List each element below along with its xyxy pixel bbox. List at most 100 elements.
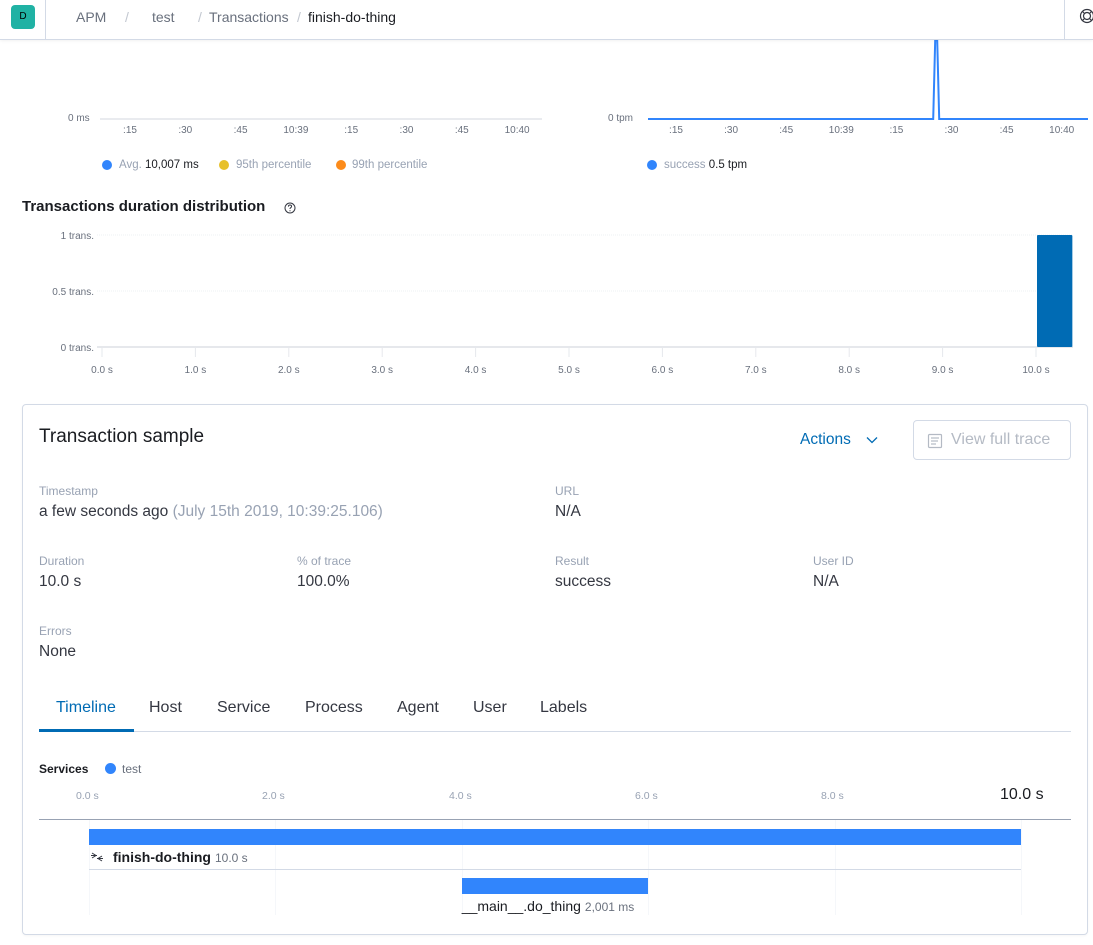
timeline-tick: 4.0 s <box>449 790 472 802</box>
merge-arrows-icon <box>91 852 103 862</box>
user-id-value: N/A <box>813 573 839 590</box>
x-tick-label: 6.0 s <box>652 365 674 376</box>
x-tick-label: 10.0 s <box>1022 365 1049 376</box>
help-lifebuoy-icon[interactable] <box>1079 8 1093 24</box>
errors-label: Errors <box>39 624 72 638</box>
document-icon <box>927 433 943 449</box>
y-tick-label: 1 trans. <box>61 231 94 242</box>
pct-trace-label: % of trace <box>297 554 352 568</box>
distribution-title: Transactions duration distribution <box>22 198 266 215</box>
active-tab-indicator <box>39 729 134 732</box>
x-tick-label: :45 <box>779 125 794 136</box>
space-avatar[interactable]: D <box>11 5 35 29</box>
errors-value: None <box>39 643 77 660</box>
x-tick-label: :30 <box>944 125 959 136</box>
pct-trace-value: 100.0% <box>297 573 350 590</box>
x-tick-label: :30 <box>724 125 739 136</box>
header-divider <box>1064 0 1065 40</box>
user-id-label: User ID <box>813 554 854 568</box>
result-value: success <box>555 573 611 590</box>
view-full-trace-button[interactable]: View full trace <box>913 420 1071 460</box>
legend-dot-avg <box>102 160 112 170</box>
y-tick-label: 0.5 trans. <box>52 287 94 298</box>
breadcrumb-separator: / <box>198 9 202 25</box>
breadcrumb-service[interactable]: test <box>152 8 175 26</box>
tab-host[interactable]: Host <box>149 699 182 717</box>
tab-labels[interactable]: Labels <box>540 699 587 717</box>
header-divider <box>45 0 46 40</box>
timestamp-label: Timestamp <box>39 484 98 498</box>
tab-timeline[interactable]: Timeline <box>56 699 116 717</box>
breadcrumb-separator: / <box>125 9 129 25</box>
actions-button[interactable]: Actions <box>800 431 851 449</box>
span-bar[interactable] <box>461 878 649 894</box>
top-header: D APM / test / Transactions / finish-do-… <box>0 0 1093 40</box>
x-tick-label: 9.0 s <box>932 365 954 376</box>
transaction-label[interactable]: finish-do-thing 10.0 s <box>113 849 248 866</box>
legend-avg-value: 10,007 ms <box>145 159 199 171</box>
tab-user[interactable]: User <box>473 699 507 717</box>
x-tick-label: 10:39 <box>283 125 309 136</box>
x-tick-label: :15 <box>669 125 683 136</box>
timeline-tick: 6.0 s <box>635 790 658 802</box>
tpm-line-svg <box>648 40 1088 120</box>
x-tick-label: :30 <box>178 125 193 136</box>
y-tick-label: 0 ms <box>68 113 90 124</box>
services-label: Services <box>39 762 89 776</box>
x-tick-label: :30 <box>399 125 414 136</box>
timestamp-value: a few seconds ago (July 15th 2019, 10:39… <box>39 503 383 521</box>
service-legend-test: test <box>122 762 142 776</box>
legend-p99[interactable]: 99th percentile <box>352 158 427 172</box>
tab-process[interactable]: Process <box>305 699 363 717</box>
legend-p95[interactable]: 95th percentile <box>236 158 311 172</box>
duration-label: Duration <box>39 554 85 568</box>
breadcrumb-apm[interactable]: APM <box>76 8 106 26</box>
view-full-trace-label: View full trace <box>951 431 1051 448</box>
timeline-axis <box>39 819 1071 820</box>
legend-success-label: success <box>664 159 706 171</box>
card-title: Transaction sample <box>39 426 205 447</box>
breadcrumb-current: finish-do-thing <box>308 9 396 25</box>
question-circle-icon[interactable] <box>284 202 296 214</box>
y-tick-label: 0 tpm <box>608 113 634 124</box>
x-tick-label: 2.0 s <box>278 365 300 376</box>
timestamp-relative: a few seconds ago <box>39 503 169 520</box>
timeline-tick: 8.0 s <box>821 790 844 802</box>
span-duration: 2,001 ms <box>584 900 635 914</box>
x-tick-label: :45 <box>999 125 1014 136</box>
x-tick-label: 10:40 <box>504 125 530 136</box>
tab-agent[interactable]: Agent <box>397 699 439 717</box>
legend-dot-p99 <box>336 160 346 170</box>
tabs-divider <box>39 731 1071 732</box>
duration-value: 10.0 s <box>39 573 82 590</box>
legend-avg[interactable]: Avg. 10,007 ms <box>119 158 199 172</box>
x-tick-label: 0.0 s <box>91 365 113 376</box>
row-separator <box>89 869 1021 870</box>
x-tick-label: :15 <box>123 125 137 136</box>
span-label[interactable]: __main__.do_thing 2,001 ms <box>462 898 634 915</box>
x-axis-line <box>100 118 542 120</box>
timeline-end-tick: 10.0 s <box>1000 786 1044 803</box>
x-tick-label: 1.0 s <box>185 365 207 376</box>
breadcrumb-separator: / <box>297 9 301 25</box>
url-value: N/A <box>555 503 581 520</box>
breadcrumb-transactions[interactable]: Transactions <box>209 8 289 26</box>
x-tick-label: 8.0 s <box>838 365 860 376</box>
x-tick-label: :15 <box>344 125 359 136</box>
x-tick-label: :15 <box>889 125 904 136</box>
x-tick-label: 5.0 s <box>558 365 580 376</box>
legend-dot-success <box>647 160 657 170</box>
timeline-grid-line <box>1021 820 1022 915</box>
legend-success-value: 0.5 tpm <box>708 159 748 171</box>
distribution-chart: 1 trans. 0.5 trans. 0 trans. 0.0 s 1.0 s 2.0 … <box>52 231 1073 376</box>
histogram-bar <box>1037 235 1073 347</box>
span-name: __main__.do_thing <box>461 898 581 914</box>
chevron-down-icon[interactable] <box>866 436 878 444</box>
y-tick-label: 0 trans. <box>61 343 94 354</box>
legend-dot-p95 <box>219 160 229 170</box>
url-label: URL <box>555 484 580 498</box>
tab-service[interactable]: Service <box>217 699 270 717</box>
legend-success[interactable]: success 0.5 tpm <box>664 158 747 172</box>
transaction-bar[interactable] <box>89 829 1021 845</box>
timeline-tick: 2.0 s <box>262 790 285 802</box>
